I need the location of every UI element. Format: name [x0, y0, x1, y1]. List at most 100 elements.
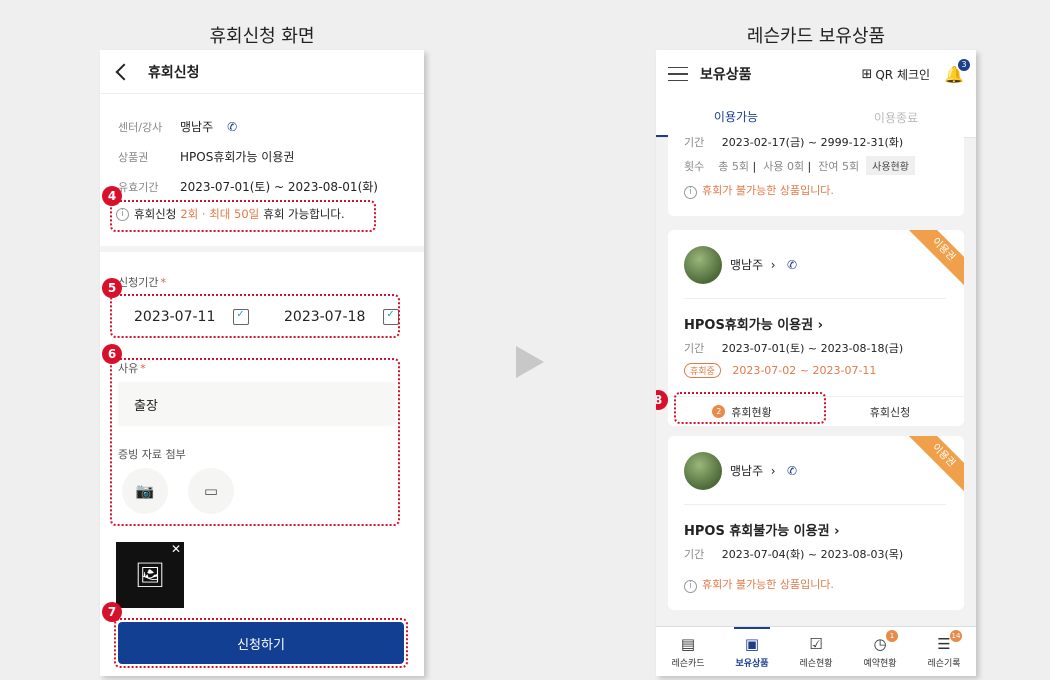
back-arrow-icon[interactable]: [115, 63, 133, 80]
card-divider: [684, 504, 946, 505]
period-value: 2023-07-01(토) ~ 2023-08-01(화): [180, 180, 378, 194]
period-label: 유효기간: [118, 180, 159, 194]
attached-image-thumbnail[interactable]: 🖼 ✕: [116, 542, 184, 608]
warning-text: 휴회가 불가능한 상품입니다.: [702, 184, 834, 197]
nav-label: 레슨기록: [927, 658, 961, 669]
warning-row: i 휴회가 불가능한 상품입니다.: [684, 182, 834, 199]
warning-row: i 휴회가 불가능한 상품입니다.: [684, 576, 834, 593]
period-row: 기간 2023-07-04(화) ~ 2023-08-03(목): [684, 546, 903, 562]
product-name-text: HPOS 휴회불가능 이용권: [684, 524, 830, 539]
apply-period-label: 신청기간 *: [118, 274, 166, 290]
nav-lesson-card[interactable]: ▤ 레슨카드: [656, 627, 720, 676]
period-label: 기간: [684, 548, 705, 561]
highlight-box-8: [674, 392, 826, 424]
left-caption: 휴회신청 화면: [209, 26, 315, 47]
calendar-check-icon: ☑: [809, 634, 823, 653]
card-divider: [684, 298, 946, 299]
period-value: 2023-07-04(화) ~ 2023-08-03(목): [721, 548, 904, 561]
info-icon: i: [684, 579, 697, 593]
instructor-name: 맹남주: [730, 464, 764, 478]
period-label: 기간: [684, 342, 705, 355]
product-name[interactable]: HPOS휴회가능 이용권 ›: [684, 314, 823, 333]
nav-lesson-status[interactable]: ☑ 레슨현황: [784, 627, 848, 676]
chevron-right-icon: ›: [770, 464, 776, 478]
pause-period: 2023-07-02 ~ 2023-07-11: [732, 364, 877, 377]
highlight-box-6: [110, 358, 400, 526]
avatar: [684, 452, 722, 490]
required-mark: *: [160, 276, 166, 289]
nav-reservation-status[interactable]: ◷ 예약현황 1: [848, 627, 912, 676]
usage-status-button[interactable]: 사용현황: [866, 156, 915, 175]
section-divider: [100, 246, 424, 252]
flow-arrow-icon: [516, 346, 544, 378]
chevron-right-icon: ›: [834, 524, 840, 539]
nav-lesson-records[interactable]: ☰ 레슨기록 14: [912, 627, 976, 676]
ticket-ribbon: 이용권: [904, 436, 964, 495]
product-value: HPOS휴회가능 이용권: [180, 150, 295, 164]
instructor-row[interactable]: 맹남주 › ✆: [730, 256, 797, 273]
marker-8: 8: [656, 390, 668, 410]
qr-checkin-button[interactable]: QR 체크인: [875, 66, 930, 83]
pause-apply-button[interactable]: 휴회신청: [816, 397, 964, 426]
notification-badge: 3: [958, 58, 970, 71]
info-icon: i: [684, 185, 697, 199]
owned-products-screen: 보유상품 ⊞ QR 체크인 🔔 3 이용가능 이용종료 기간 2023-02-17…: [656, 50, 976, 676]
period-row: 기간 2023-07-01(토) ~ 2023-08-18(금): [684, 340, 903, 356]
marker-6: 6: [102, 344, 122, 364]
nav-label: 레슨카드: [671, 658, 705, 669]
notes-icon: ☰: [937, 634, 951, 653]
product-name-text: HPOS휴회가능 이용권: [684, 318, 814, 333]
ticket-icon: ▣: [744, 634, 760, 653]
right-caption: 레슨카드 보유상품: [746, 26, 886, 47]
count-row: 횟수 총 5회 | 사용 0회 | 잔여 5회 사용현황: [684, 156, 915, 175]
marker-5: 5: [102, 278, 122, 298]
chevron-right-icon: ›: [770, 258, 776, 272]
menu-icon[interactable]: [668, 67, 688, 81]
count-left: 잔여 5회: [818, 160, 860, 173]
center-label: 센터/강사: [118, 120, 163, 134]
pause-row: 휴회중 2023-07-02 ~ 2023-07-11: [684, 363, 876, 378]
product-card-3[interactable]: 이용권 맹남주 › ✆ HPOS 휴회불가능 이용권 › 기간 2023-07-…: [668, 436, 964, 610]
highlight-box-4: [110, 200, 376, 232]
product-name[interactable]: HPOS 휴회불가능 이용권 ›: [684, 520, 839, 539]
phone-icon[interactable]: ✆: [787, 258, 797, 272]
instructor-name: 맹남주: [730, 258, 764, 272]
nav-label: 예약현황: [863, 658, 897, 669]
highlight-box-5: [110, 294, 400, 338]
page-title: 휴회신청: [148, 64, 200, 81]
bell-icon[interactable]: 🔔 3: [944, 58, 970, 84]
period-value: 2023-07-01(토) ~ 2023-08-18(금): [721, 342, 904, 355]
header: 휴회신청: [100, 50, 424, 94]
period-value: 2023-02-17(금) ~ 2999-12-31(화): [721, 136, 904, 149]
product-label: 상품권: [118, 150, 149, 164]
pause-request-screen: 휴회신청 센터/강사 맹남주 ✆ 상품권 HPOS휴회가능 이용권 유효기간 2…: [100, 50, 424, 676]
marker-7: 7: [102, 602, 122, 622]
chevron-right-icon: ›: [817, 318, 823, 333]
header: 보유상품 ⊞ QR 체크인 🔔 3: [656, 50, 976, 98]
card-icon: ▤: [680, 634, 696, 653]
instructor-row[interactable]: 맹남주 › ✆: [730, 462, 797, 479]
marker-4: 4: [102, 186, 122, 206]
phone-icon[interactable]: ✆: [787, 464, 797, 478]
nav-label: 보유상품: [735, 658, 769, 669]
count-label: 횟수: [684, 160, 705, 173]
clock-icon: ◷: [873, 634, 887, 653]
qr-icon[interactable]: ⊞: [861, 67, 872, 82]
period-row: 기간 2023-02-17(금) ~ 2999-12-31(화): [684, 134, 903, 150]
page-title: 보유상품: [700, 67, 752, 83]
avatar: [684, 246, 722, 284]
period-label: 기간: [684, 136, 705, 149]
highlight-box-7: [114, 618, 408, 668]
pause-status-pill: 휴회중: [684, 363, 721, 378]
nav-badge: 14: [950, 630, 962, 642]
image-icon: 🖼: [134, 561, 166, 589]
bottom-nav: ▤ 레슨카드 ▣ 보유상품 ☑ 레슨현황 ◷ 예약현황 1 ☰ 레슨기록 14: [656, 626, 976, 676]
count-total: 총 5회: [718, 160, 749, 173]
center-value: 맹남주: [180, 120, 214, 134]
nav-badge: 1: [886, 630, 898, 642]
close-icon[interactable]: ✕: [171, 542, 181, 556]
product-card-1[interactable]: 기간 2023-02-17(금) ~ 2999-12-31(화) 횟수 총 5회…: [668, 130, 964, 216]
nav-owned-products[interactable]: ▣ 보유상품: [720, 627, 784, 676]
phone-icon[interactable]: ✆: [227, 120, 237, 134]
center-row: 센터/강사 맹남주 ✆: [118, 118, 237, 135]
